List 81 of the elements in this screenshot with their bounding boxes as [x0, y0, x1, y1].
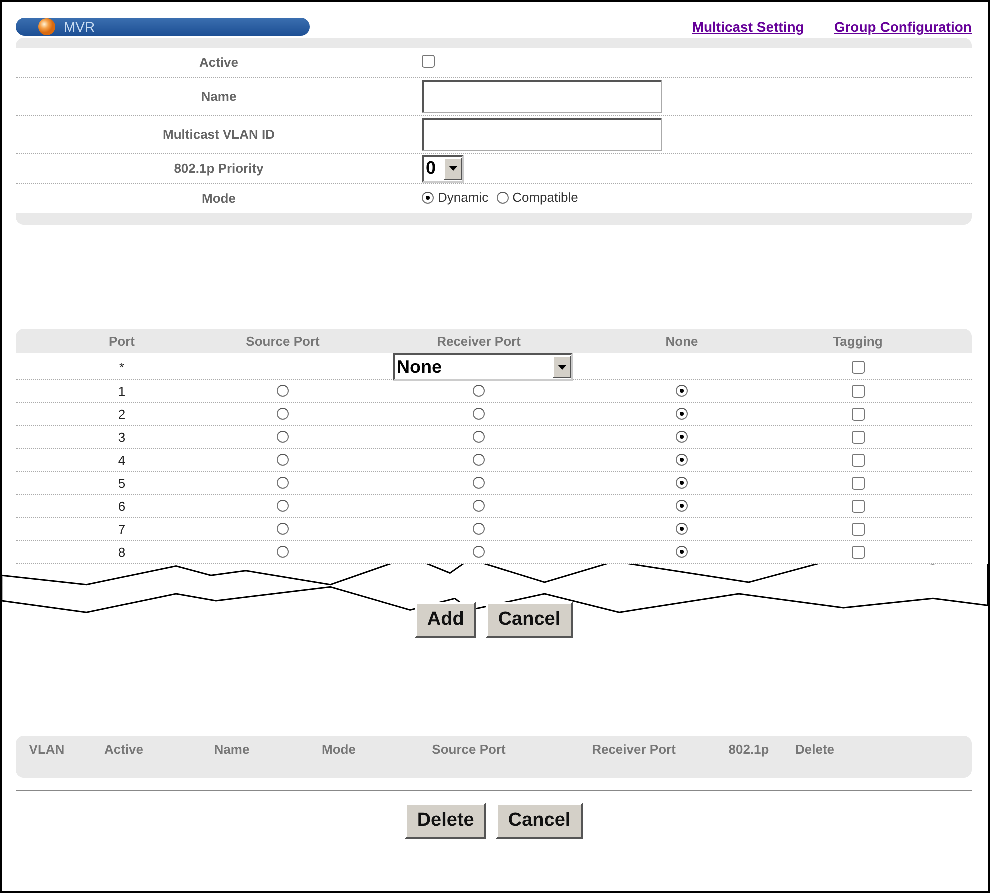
column-header: Receiver Port	[591, 741, 677, 757]
table-cell: 3	[118, 430, 126, 444]
port-role-radio[interactable]	[277, 546, 289, 558]
mode-radio[interactable]	[496, 192, 509, 204]
column-header: None	[666, 334, 698, 348]
table-cell: 1	[118, 384, 126, 398]
port-role-radio[interactable]	[473, 523, 485, 535]
port-role-radio[interactable]	[277, 477, 289, 489]
dropdown-arrow-icon	[558, 364, 566, 370]
form-button[interactable]: Cancel	[496, 803, 583, 839]
port-role-radio[interactable]	[473, 546, 485, 558]
column-header: Active	[103, 741, 145, 757]
port-role-radio[interactable]	[277, 431, 289, 443]
port-role-radio[interactable]	[277, 385, 289, 397]
port-role-radio[interactable]	[676, 477, 688, 489]
table-cell: 2	[118, 406, 126, 422]
nav-link[interactable]: Multicast Setting	[692, 19, 804, 35]
port-role-radio[interactable]	[676, 523, 688, 535]
port-role-radio[interactable]	[473, 477, 485, 489]
column-header: Source Port	[431, 741, 507, 757]
orb-icon	[38, 18, 56, 36]
tagging-checkbox[interactable]	[852, 454, 864, 466]
vlan-id-field[interactable]	[422, 118, 662, 151]
port-role-radio[interactable]	[473, 500, 485, 512]
field-label: 802.1p Priority	[173, 160, 265, 178]
field-label: Active	[198, 54, 240, 72]
tagging-checkbox[interactable]	[852, 430, 864, 444]
name-field[interactable]	[422, 80, 662, 113]
field-label: Multicast VLAN ID	[162, 126, 276, 144]
column-header: Name	[213, 741, 251, 757]
port-role-radio[interactable]	[277, 500, 289, 512]
mode-radio-option[interactable]: Compatible	[496, 190, 578, 206]
port-role-radio[interactable]	[277, 408, 289, 420]
column-header: Source Port	[246, 334, 320, 348]
port-role-radio[interactable]	[676, 431, 688, 443]
form-button[interactable]: Delete	[405, 803, 486, 839]
table-cell: 4	[118, 452, 126, 468]
column-header: Receiver Port	[437, 334, 521, 348]
port-role-radio[interactable]	[473, 408, 485, 420]
column-header: Tagging	[833, 334, 883, 348]
column-header: Delete	[794, 741, 836, 757]
option-label: Dynamic	[438, 190, 489, 206]
port-role-radio[interactable]	[473, 385, 485, 397]
column-header: VLAN	[28, 741, 66, 757]
column-header: Mode	[321, 741, 357, 757]
tagging-checkbox[interactable]	[852, 500, 864, 512]
port-role-radio[interactable]	[676, 454, 688, 466]
active-checkbox[interactable]	[422, 54, 435, 68]
port-role-radio[interactable]	[676, 385, 688, 397]
nav-link[interactable]: Group Configuration	[834, 19, 972, 35]
tagging-checkbox[interactable]	[852, 360, 864, 374]
tagging-checkbox[interactable]	[852, 546, 864, 558]
option-label: Compatible	[512, 190, 578, 206]
port-role-radio[interactable]	[277, 454, 289, 466]
form-button[interactable]: Add	[415, 602, 476, 638]
receiver-select[interactable]: None	[393, 353, 573, 381]
tagging-checkbox[interactable]	[852, 384, 864, 398]
mode-radio-option[interactable]: Dynamic	[422, 190, 489, 206]
field-label: Name	[200, 88, 238, 106]
port-role-radio[interactable]	[473, 454, 485, 466]
field-label: Mode	[201, 190, 237, 208]
page-title: MVR	[64, 19, 96, 35]
table-cell: 8	[118, 544, 126, 560]
port-role-radio[interactable]	[277, 523, 289, 535]
port-role-radio[interactable]	[473, 431, 485, 443]
table-cell: *	[119, 360, 125, 374]
form-button[interactable]: Cancel	[486, 602, 573, 638]
port-role-radio[interactable]	[676, 546, 688, 558]
port-role-radio[interactable]	[676, 500, 688, 512]
port-role-radio[interactable]	[676, 408, 688, 420]
column-header: Port	[109, 334, 135, 348]
tagging-checkbox[interactable]	[852, 476, 864, 490]
dropdown-arrow-icon	[448, 166, 458, 171]
tagging-checkbox[interactable]	[852, 408, 864, 420]
mode-radio[interactable]	[422, 192, 434, 204]
table-cell: 6	[118, 498, 126, 514]
table-cell: 5	[118, 476, 126, 490]
column-header: 802.1p	[728, 741, 770, 757]
priority-select[interactable]: 0	[422, 154, 464, 182]
table-cell: 7	[118, 522, 126, 536]
tagging-checkbox[interactable]	[852, 522, 864, 536]
